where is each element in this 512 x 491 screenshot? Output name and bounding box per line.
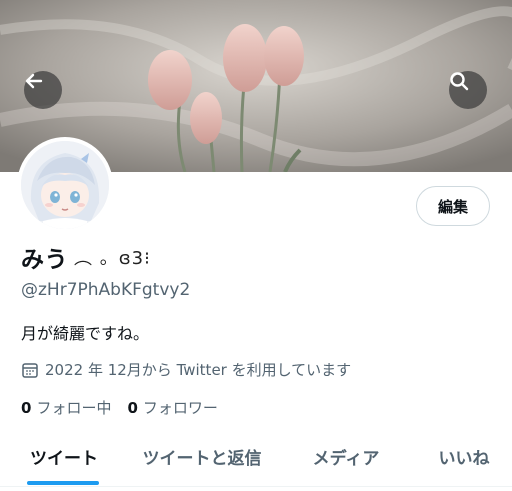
tab-tweets-and-replies[interactable]: ツイートと返信 bbox=[128, 430, 276, 482]
following-link[interactable]: 0 フォロー中 bbox=[21, 397, 111, 418]
profile-bio: 月が綺麗ですね。 bbox=[21, 324, 150, 343]
arrow-left-icon bbox=[25, 73, 43, 89]
edit-profile-button[interactable]: 編集 bbox=[416, 186, 490, 226]
following-label: フォロー中 bbox=[36, 399, 112, 417]
follow-stats: 0 フォロー中 0 フォロワー bbox=[21, 397, 218, 418]
joined-text: 2022 年 12月から Twitter を利用しています bbox=[45, 361, 352, 379]
user-handle: @zHr7PhAbKFgtvy2 bbox=[21, 280, 191, 300]
followers-count: 0 bbox=[127, 399, 138, 417]
following-count: 0 bbox=[21, 399, 32, 417]
tab-likes[interactable]: いいね bbox=[416, 430, 512, 482]
anime-girl-avatar-image bbox=[21, 141, 109, 229]
joined-date: 2022 年 12月から Twitter を利用しています bbox=[21, 359, 351, 380]
active-tab-indicator bbox=[27, 481, 99, 485]
profile-tabs: ツイート ツイートと返信 メディア いいね bbox=[0, 430, 512, 486]
search-icon bbox=[450, 72, 469, 91]
display-name: みう bbox=[21, 247, 68, 273]
tab-tweets[interactable]: ツイート bbox=[0, 430, 128, 482]
display-name-decoration: ︵ 。ɞ3⁝ bbox=[74, 248, 151, 269]
avatar[interactable] bbox=[17, 137, 113, 233]
followers-label: フォロワー bbox=[142, 399, 218, 417]
back-button[interactable] bbox=[24, 71, 62, 109]
followers-link[interactable]: 0 フォロワー bbox=[127, 397, 217, 418]
tab-media[interactable]: メディア bbox=[276, 430, 416, 482]
search-button[interactable] bbox=[449, 71, 487, 109]
tabs-divider bbox=[0, 486, 512, 487]
calendar-icon bbox=[22, 362, 38, 378]
profile-name-row: みう ︵ 。ɞ3⁝ bbox=[21, 240, 151, 274]
